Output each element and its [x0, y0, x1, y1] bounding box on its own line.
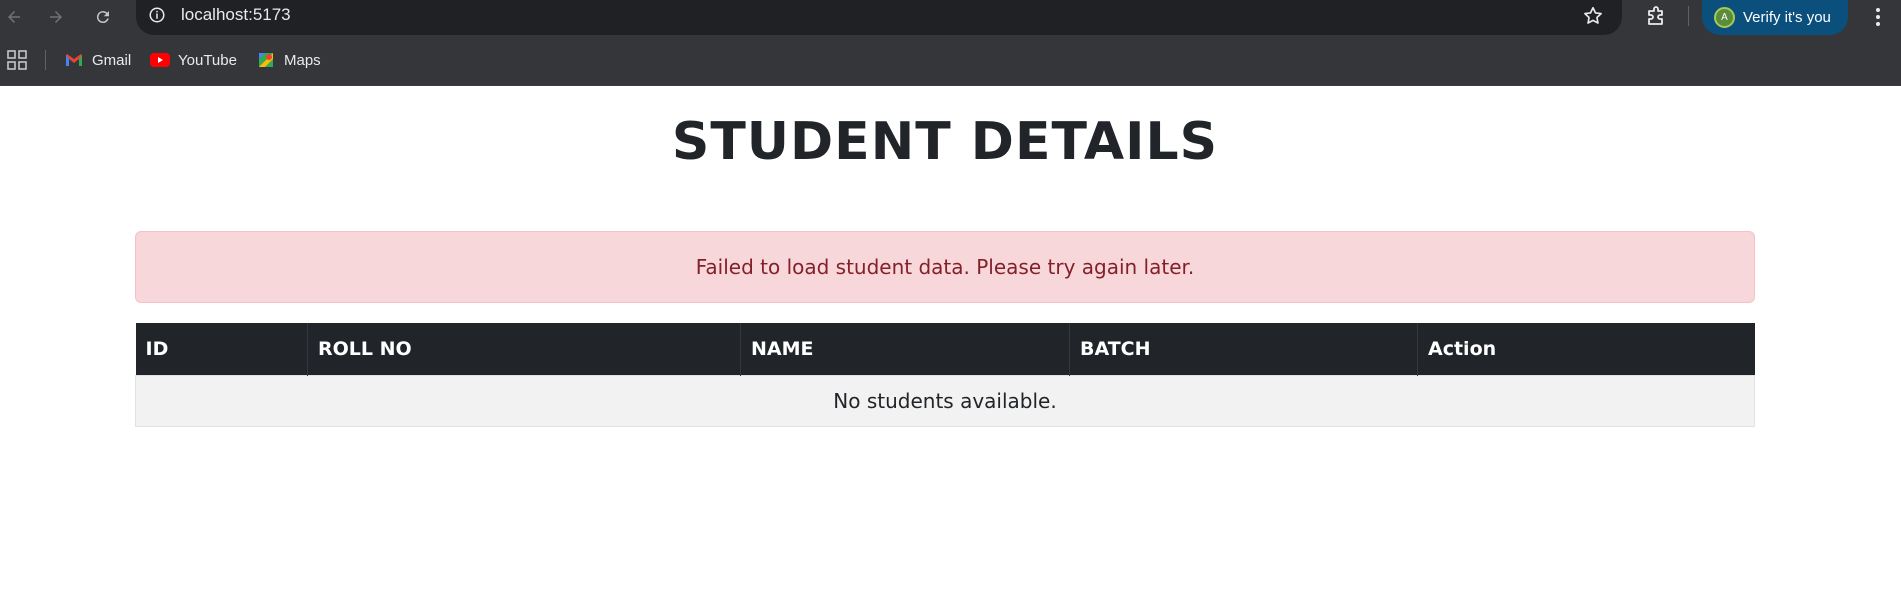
bookmark-label: Gmail [92, 51, 132, 69]
column-header-roll-no: ROLL NO [307, 323, 741, 375]
students-table: ID ROLL NO NAME BATCH Action No students… [135, 323, 1755, 427]
column-header-batch: BATCH [1069, 323, 1418, 375]
site-info-icon[interactable] [146, 4, 168, 26]
bookmark-label: Maps [284, 51, 321, 69]
url-text[interactable]: localhost:5173 [181, 5, 291, 25]
kebab-menu-icon[interactable] [1866, 3, 1890, 31]
bookmark-maps[interactable]: Maps [256, 47, 321, 73]
verify-label: Verify it's you [1743, 9, 1831, 26]
gmail-icon [64, 51, 84, 69]
bookmarks-divider [45, 50, 46, 70]
bookmark-youtube[interactable]: YouTube [150, 47, 237, 73]
toolbar-divider [1688, 6, 1689, 26]
table-header-row: ID ROLL NO NAME BATCH Action [135, 323, 1755, 375]
youtube-icon [150, 51, 170, 69]
column-header-id: ID [135, 323, 308, 375]
extensions-puzzle-icon[interactable] [1642, 3, 1670, 31]
address-bar[interactable] [136, 0, 1622, 35]
page-title: STUDENT DETAILS [671, 112, 1219, 172]
browser-toolbar: localhost:5173 A Verify it's you [0, 0, 1901, 35]
column-header-action: Action [1417, 323, 1755, 375]
bookmarks-bar: Gmail YouTube Maps [0, 35, 1901, 86]
alert-message: Failed to load student data. Please try … [695, 255, 1195, 279]
table-row: No students available. [135, 374, 1755, 427]
bookmark-label: YouTube [178, 51, 237, 69]
apps-grid-icon[interactable] [7, 50, 27, 70]
bookmark-star-icon[interactable] [1580, 3, 1606, 29]
reload-icon[interactable] [89, 3, 117, 31]
column-header-name: NAME [740, 323, 1070, 375]
forward-arrow-icon[interactable] [42, 3, 70, 31]
error-alert: Failed to load student data. Please try … [135, 231, 1755, 303]
maps-icon [256, 51, 276, 69]
avatar: A [1714, 7, 1735, 28]
verify-identity-button[interactable]: A Verify it's you [1702, 0, 1848, 35]
back-arrow-icon[interactable] [0, 3, 28, 31]
bookmark-gmail[interactable]: Gmail [64, 47, 131, 73]
empty-state-message: No students available. [135, 374, 1755, 427]
